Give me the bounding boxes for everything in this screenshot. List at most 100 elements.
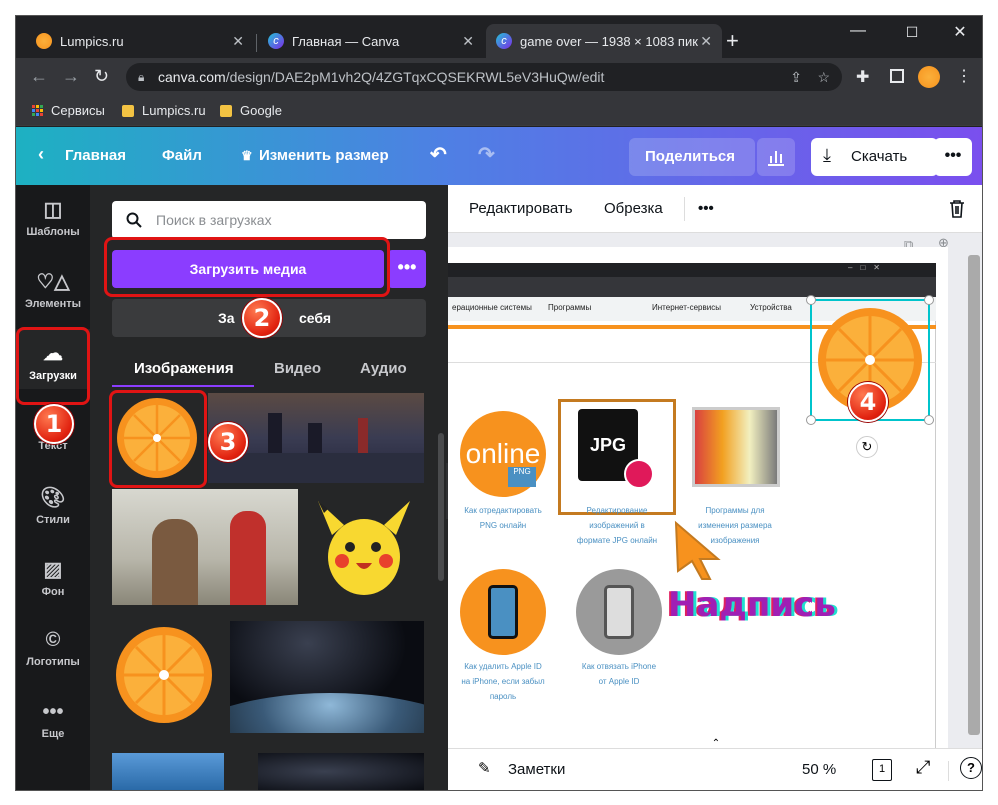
- rail-label: Фон: [41, 586, 65, 598]
- extensions-icon[interactable]: ✚: [856, 67, 869, 87]
- rail-label: Еще: [41, 728, 65, 740]
- rotate-handle-icon[interactable]: ↻: [856, 436, 878, 458]
- design-page[interactable]: –□✕ ерационные системы Программы Интерне…: [448, 247, 948, 748]
- pikachu-thumbnail[interactable]: [312, 495, 416, 605]
- step-badge-1: 1: [34, 404, 74, 444]
- minimize-icon[interactable]: —: [838, 22, 878, 40]
- reload-icon[interactable]: ↻: [94, 66, 109, 87]
- bookmark-star-icon[interactable]: ☆: [817, 63, 830, 91]
- sidepanel-icon[interactable]: [890, 69, 904, 83]
- bottom-bar: ✎ Заметки 50 % 1 ⤢ ?: [448, 748, 982, 790]
- edit-image-button[interactable]: Редактировать: [469, 200, 573, 217]
- rail-templates[interactable]: ◫ Шаблоны: [16, 185, 90, 245]
- rail-styles[interactable]: 🎨︎ Стили: [16, 473, 90, 533]
- rail-elements[interactable]: ♡△ Элементы: [16, 257, 90, 317]
- chevron-left-icon[interactable]: ‹: [38, 144, 44, 165]
- orange-slice-image: [116, 627, 212, 723]
- resize-button[interactable]: Изменить размер: [259, 147, 389, 164]
- card-caption[interactable]: Редактирование изображений в формате JPG о…: [558, 503, 676, 548]
- tab-canva-home[interactable]: c Главная — Canva ✕: [258, 24, 484, 58]
- card-caption[interactable]: Как удалить Apple ID на iPhone, если забы…: [448, 659, 558, 704]
- close-window-icon[interactable]: ✕: [940, 22, 980, 42]
- crop-button[interactable]: Обрезка: [604, 200, 663, 217]
- close-tab-icon[interactable]: ✕: [232, 33, 244, 50]
- browser-menu-icon[interactable]: ⋮: [956, 66, 972, 86]
- share-label: Поделиться: [645, 148, 736, 165]
- tab-bar: Lumpics.ru ✕ c Главная — Canva ✕ c game …: [16, 16, 982, 58]
- png-badge: PNG: [508, 467, 536, 487]
- folder-icon: [220, 104, 232, 117]
- bookmark-services[interactable]: Сервисы: [32, 103, 105, 118]
- search-placeholder: Поиск в загрузках: [156, 212, 272, 228]
- tab-video[interactable]: Видео: [274, 360, 321, 377]
- uploads-search-input[interactable]: Поиск в загрузках: [112, 201, 426, 239]
- side-rail: ◫Шаблоны ♡△Элементы ☁Загрузки TТекст 🎨︎С…: [16, 185, 90, 790]
- tab-title: Lumpics.ru: [60, 33, 124, 49]
- file-menu[interactable]: Файл: [162, 147, 202, 164]
- people-talking-thumbnail[interactable]: [112, 489, 298, 605]
- share-button[interactable]: Поделиться: [629, 138, 755, 176]
- maximize-icon[interactable]: ☐: [892, 24, 932, 41]
- toolbar-more-button[interactable]: •••: [698, 200, 714, 217]
- undo-icon[interactable]: ↶: [430, 142, 447, 167]
- orange-thumbnail-2[interactable]: [112, 621, 224, 733]
- lock-icon: 🔒︎: [138, 70, 145, 84]
- nadpis-text-element[interactable]: Надпись: [668, 585, 836, 625]
- tab-images[interactable]: Изображения: [134, 360, 234, 377]
- mini-bookmark: Устройства: [750, 303, 792, 312]
- canva-favicon-icon: c: [496, 33, 512, 49]
- mini-window-controls: –□✕: [848, 263, 888, 272]
- insights-button[interactable]: [757, 138, 795, 176]
- pikachu-image: [318, 501, 410, 595]
- help-button[interactable]: ?: [960, 757, 982, 779]
- url-input[interactable]: 🔒︎ canva.com/design/DAE2pM1vh2Q/4ZGTqxCQ…: [126, 63, 842, 91]
- trash-icon[interactable]: [948, 199, 966, 219]
- card-caption[interactable]: Как отвязать iPhone от Apple ID: [564, 659, 674, 689]
- bookmark-label: Google: [240, 103, 282, 118]
- context-toolbar: Редактировать Обрезка •••: [448, 185, 982, 233]
- back-icon[interactable]: ←: [30, 66, 48, 87]
- tab-audio[interactable]: Аудио: [360, 360, 407, 377]
- tab-game-over[interactable]: c game over — 1938 × 1083 пик ✕: [486, 24, 722, 58]
- bookmark-google[interactable]: Google: [220, 103, 282, 118]
- tab-title: Главная — Canva: [292, 33, 400, 49]
- share-page-icon[interactable]: ⇪: [790, 63, 802, 91]
- canvas-scrollbar[interactable]: [968, 255, 980, 735]
- bookmark-label: Сервисы: [51, 103, 105, 118]
- new-tab-button[interactable]: +: [726, 28, 739, 54]
- palette-badge-icon: [624, 459, 654, 489]
- zoom-level[interactable]: 50 %: [802, 761, 836, 778]
- step-badge-4: 4: [848, 382, 888, 422]
- apps-grid-icon: [32, 105, 43, 116]
- bookmark-label: Lumpics.ru: [142, 103, 206, 118]
- download-button[interactable]: ⤓ Скачать: [811, 138, 938, 176]
- templates-icon: ◫: [43, 199, 63, 221]
- download-icon: ⤓: [823, 145, 831, 165]
- notes-button[interactable]: Заметки: [508, 761, 565, 778]
- home-link[interactable]: Главная: [65, 147, 126, 164]
- rail-more[interactable]: ••• Еще: [16, 689, 90, 749]
- background-icon: ▨: [43, 559, 63, 581]
- more-options-button[interactable]: •••: [934, 138, 972, 176]
- panel-scrollbar[interactable]: [438, 433, 444, 581]
- close-tab-icon[interactable]: ✕: [462, 33, 474, 50]
- rail-logos[interactable]: © Логотипы: [16, 617, 90, 677]
- card-caption[interactable]: Как отредактировать PNG онлайн: [448, 503, 558, 533]
- download-label: Скачать: [851, 148, 908, 165]
- space-thumbnail-2[interactable]: [258, 753, 424, 790]
- rail-background[interactable]: ▨ Фон: [16, 545, 90, 605]
- fullscreen-icon[interactable]: ⤢: [916, 757, 930, 778]
- landscape-thumbnail[interactable]: [112, 753, 224, 790]
- tab-title: game over — 1938 × 1083 пик: [520, 33, 698, 49]
- bar-chart-icon: [768, 151, 784, 166]
- close-tab-icon[interactable]: ✕: [700, 33, 712, 50]
- highlight-upload-media: [104, 237, 390, 297]
- tab-lumpics[interactable]: Lumpics.ru ✕: [26, 24, 254, 58]
- bookmark-lumpics[interactable]: Lumpics.ru: [122, 103, 206, 118]
- forward-icon[interactable]: →: [62, 66, 80, 87]
- redo-icon[interactable]: ↷: [478, 142, 495, 167]
- profile-avatar[interactable]: [918, 66, 940, 88]
- space-planet-thumbnail[interactable]: [230, 621, 424, 733]
- page-count-button[interactable]: 1: [872, 759, 892, 781]
- upload-more-button[interactable]: •••: [388, 250, 426, 288]
